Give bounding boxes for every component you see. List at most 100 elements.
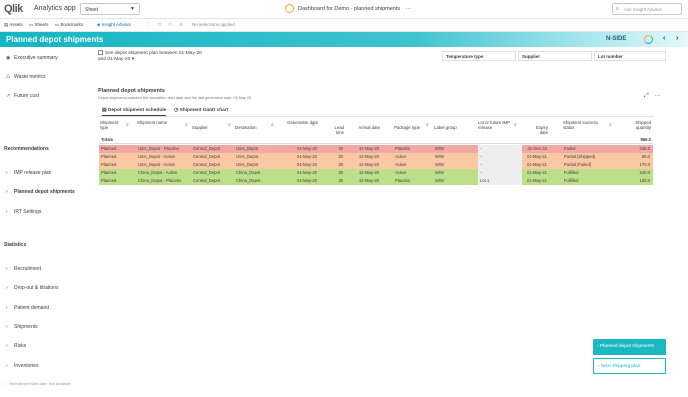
date-range-checkbox[interactable]: See depot shipment plan between 01-May-2…	[98, 50, 208, 63]
column-header[interactable]: Supplier ⌕	[192, 119, 234, 134]
column-header[interactable]: Lead time	[320, 119, 344, 134]
tab-label: Shipment Gantt chart	[179, 108, 229, 113]
column-header[interactable]: Lot or future IMP release ⌕	[478, 119, 520, 134]
table-cell: Failed	[564, 146, 576, 151]
column-header-label: Supplier	[192, 125, 208, 130]
back-icon[interactable]: ⟲	[157, 22, 161, 28]
column-search-icon[interactable]: ⌕	[426, 123, 429, 128]
table-cell: -	[478, 145, 522, 153]
table-cell: 30	[338, 170, 343, 175]
chevron-down-icon: ▼	[130, 6, 135, 12]
column-header-label: Lead time	[334, 125, 344, 135]
column-header-label: Package type	[394, 125, 421, 130]
bookmarks-button[interactable]: ▭ Bookmarks	[55, 22, 83, 28]
column-header[interactable]: Shipment type ⌕	[100, 119, 132, 134]
qlik-logo[interactable]: Qlik	[4, 3, 23, 15]
app-title: Analytics app	[34, 5, 76, 12]
assets-button[interactable]: ▤ Assets	[4, 22, 23, 28]
tab-depot-shipment-schedule[interactable]: ▤ Depot shipment schedule	[102, 108, 167, 116]
sidebar-item-label: Future cost	[14, 93, 40, 99]
panel-subtitle: Depot shipments between the simulation s…	[98, 96, 252, 100]
sidebar-item-label: Planned depot shipments	[14, 189, 75, 195]
clear-icon[interactable]: ⊗	[179, 22, 183, 28]
table-row[interactable]: Planned China_Depot - Placebo Central_Depo…	[99, 177, 653, 185]
sidebar-item-risks[interactable]: › Risks	[6, 343, 26, 349]
table-cell: Partial (Shipped)	[564, 154, 596, 159]
table-cell: 31-May-20	[358, 178, 379, 183]
chevron-right-icon: ›	[6, 324, 8, 330]
more-options-icon[interactable]: ···	[654, 93, 660, 99]
planned-depot-shipments-button[interactable]: › Planned depot shipments	[593, 339, 666, 355]
table-row[interactable]: Planned USA_Depot - Active Central_Depot US…	[99, 153, 653, 161]
column-search-icon[interactable]: ⌕	[514, 123, 517, 128]
sidebar-item-recruitment[interactable]: › Recruitment	[6, 266, 41, 272]
table-icon: ▤	[102, 108, 107, 113]
column-header[interactable]: Shipment success status ⌕	[563, 119, 615, 134]
table-cell: 01-May-21	[526, 154, 547, 159]
sidebar-item-imp-release-plan[interactable]: › IMP release plan	[6, 170, 51, 176]
table-row[interactable]: Planned USA_Depot - Placebo Central_Depot U…	[99, 145, 653, 153]
column-header[interactable]: Shipped quantity	[623, 119, 651, 134]
sidebar-item-planned-depot-shipments[interactable]: › Planned depot shipments	[6, 189, 75, 195]
sidebar-item-patient-demand[interactable]: › Patient demand	[6, 305, 49, 311]
chevron-right-icon: ›	[6, 363, 8, 369]
table-cell: 31-May-20	[358, 162, 379, 167]
column-header-label: Shipped quantity	[635, 120, 651, 130]
table-cell: Central_Depot	[193, 178, 221, 183]
temperature-filter[interactable]: Temperature type	[442, 51, 516, 61]
insight-label: Insight Advisor	[101, 22, 131, 27]
column-header[interactable]: Label group	[434, 119, 474, 134]
table-cell: Planned	[101, 170, 117, 175]
column-search-icon[interactable]: ⌕	[271, 123, 274, 128]
selection-tool-icon[interactable]: ⬚	[146, 22, 151, 28]
column-header[interactable]: Expiry date	[522, 119, 548, 134]
column-header-label: Lot or future IMP release	[478, 120, 510, 130]
sidebar-item-shipments[interactable]: › Shipments	[6, 324, 38, 330]
column-search-icon[interactable]: ⌕	[312, 123, 315, 128]
table-cell: Planned	[101, 178, 117, 183]
chevron-right-icon: ›	[6, 189, 8, 195]
expand-icon[interactable]: ⤢	[644, 93, 649, 99]
sheet-dropdown[interactable]: Sheet ▼	[80, 3, 140, 15]
column-search-icon[interactable]: ⌕	[609, 123, 612, 128]
column-search-icon[interactable]: ⌕	[185, 123, 188, 128]
previous-sheet-button[interactable]: ‹	[663, 35, 665, 42]
insight-advisor-button[interactable]: ◈ Insight Advisor	[97, 22, 131, 28]
table-row[interactable]: Planned China_Depot - Active Central_Depot…	[99, 169, 653, 177]
lot-number-filter[interactable]: Lot number	[594, 51, 666, 61]
checkbox-label: See depot shipment plan between 01-May-2…	[98, 51, 202, 62]
column-header[interactable]: Arrival date	[350, 119, 380, 134]
sidebar-item-label: Recruitment	[14, 266, 41, 272]
sidebar-item-drop-out[interactable]: › Drop-out & titrations	[6, 285, 58, 291]
tab-shipment-gantt-chart[interactable]: ◷ Shipment Gantt chart	[174, 108, 228, 113]
nside-logo-icon	[644, 35, 653, 44]
table-row[interactable]: Planned USA_Depot - Active Central_Depot US…	[99, 161, 653, 169]
sheets-button[interactable]: ▭ Sheets	[29, 22, 49, 28]
column-header[interactable]: Generation date ⌕	[278, 119, 318, 134]
column-header[interactable]: Package type ⌕	[394, 119, 432, 134]
next-sheet-button[interactable]: ›	[676, 35, 678, 42]
sheet-title: Dashboard for Demo - planned shipments	[298, 5, 401, 12]
table-cell: Active	[395, 162, 407, 167]
column-header[interactable]: Destination ⌕	[235, 119, 277, 134]
more-options-icon[interactable]: ···	[406, 6, 412, 12]
gantt-icon: ◷	[174, 108, 179, 113]
insight-search-input[interactable]: ⌕ Ask Insight Advisor	[612, 3, 682, 15]
sidebar-item-waste-metrics[interactable]: ♺ Waste metrics	[6, 74, 45, 80]
column-header[interactable]: Shipment name ⌕	[137, 119, 191, 134]
sidebar-item-inventories[interactable]: › Inventories	[6, 363, 38, 369]
panel-tools: ⤢ ···	[644, 93, 660, 100]
column-search-icon[interactable]: ⌕	[126, 123, 129, 128]
next-shipping-plan-button[interactable]: › Next shipping plan	[593, 358, 666, 374]
column-search-icon[interactable]: ⌕	[228, 123, 231, 128]
sidebar-item-label: Inventories	[14, 363, 39, 369]
forward-icon[interactable]: ⟳	[168, 22, 172, 28]
totals-label: Totals	[101, 137, 114, 142]
nside-logo: N-SIDE	[606, 36, 627, 42]
assets-label: Assets	[9, 22, 23, 27]
supplier-filter[interactable]: Supplier	[518, 51, 592, 61]
sidebar-item-future-cost[interactable]: ↗ Future cost	[6, 93, 39, 99]
sidebar-item-executive-summary[interactable]: ◉ Executive summary	[6, 55, 58, 61]
sidebar-item-irt-settings[interactable]: › IRT Settings	[6, 209, 41, 215]
sidebar-item-label: Drop-out & titrations	[14, 285, 59, 291]
